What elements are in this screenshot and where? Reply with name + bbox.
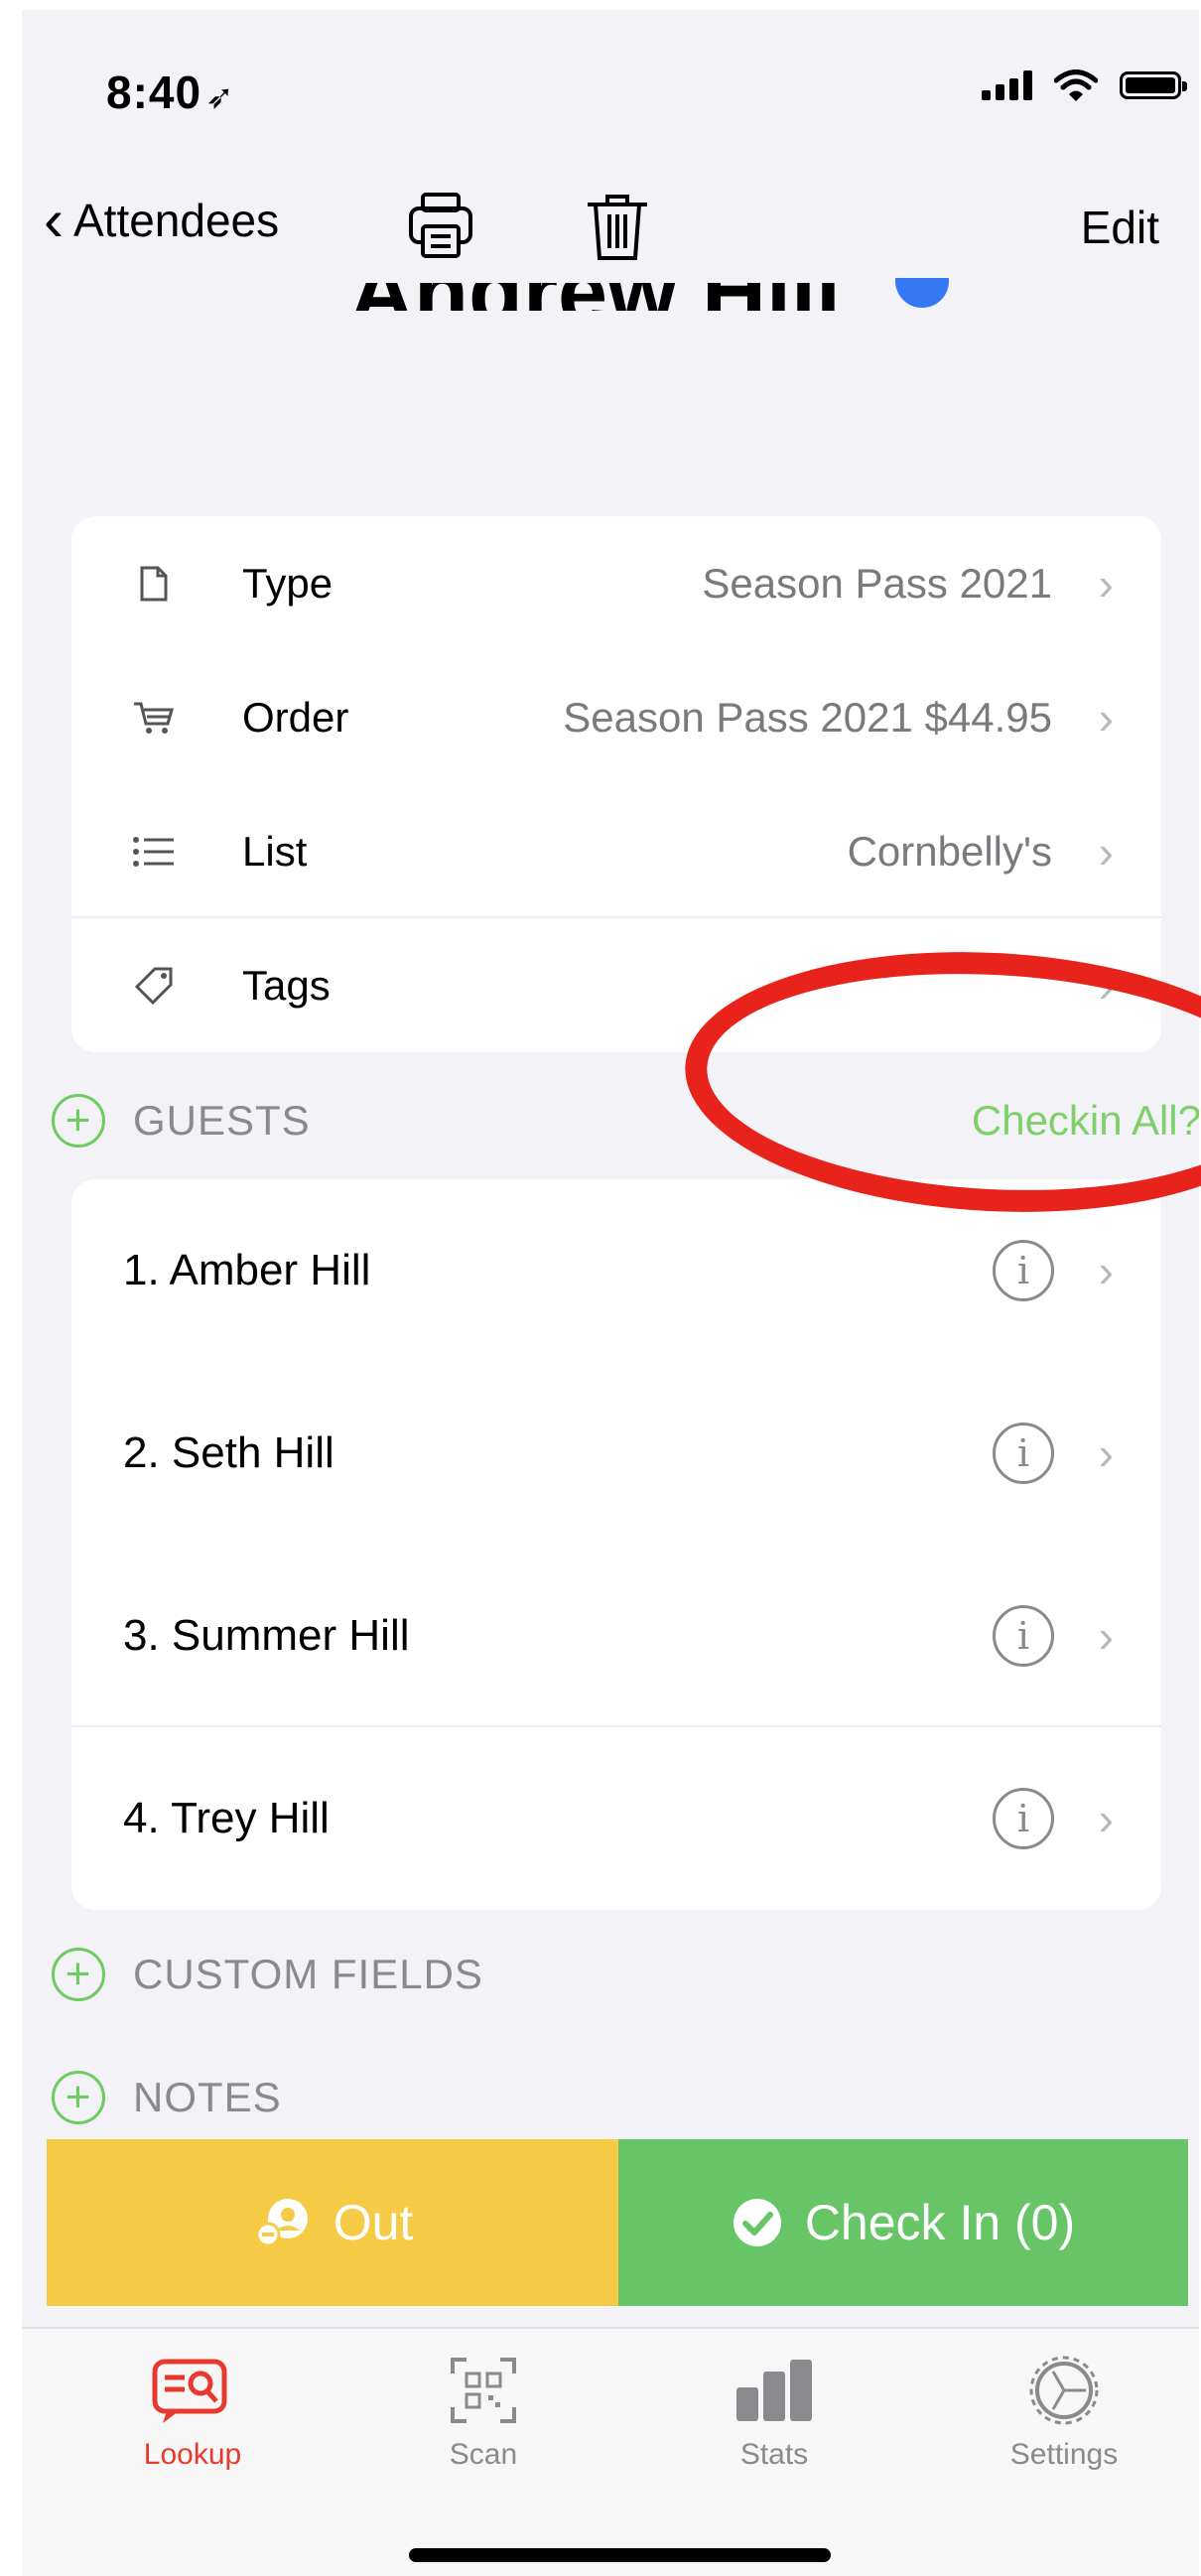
lookup-icon bbox=[93, 2351, 292, 2430]
back-label: Attendees bbox=[72, 195, 280, 246]
cart-icon bbox=[129, 693, 179, 743]
guests-title: GUESTS bbox=[133, 1097, 311, 1144]
detail-label: List bbox=[242, 827, 308, 875]
tab-bar: Lookup Scan Stats Settings bbox=[22, 2327, 1199, 2576]
detail-label: Type bbox=[242, 559, 334, 607]
list-icon bbox=[129, 827, 179, 877]
detail-label: Order bbox=[242, 693, 349, 741]
print-icon[interactable] bbox=[401, 187, 480, 266]
checkin-all-button[interactable]: Checkin All? bbox=[972, 1097, 1199, 1145]
wifi-icon bbox=[1054, 69, 1098, 101]
battery-icon bbox=[1120, 71, 1187, 99]
checkmark-circle-icon bbox=[732, 2197, 783, 2248]
back-button[interactable]: ‹ Attendees bbox=[44, 191, 279, 250]
detail-row-order[interactable]: Order Season Pass 2021 $44.95 › bbox=[71, 650, 1161, 784]
guest-name: 3. Summer Hill bbox=[123, 1611, 410, 1660]
guest-row[interactable]: 1. Amber Hill i › bbox=[71, 1179, 1161, 1362]
detail-label: Tags bbox=[242, 961, 331, 1009]
status-dot-icon bbox=[895, 278, 949, 312]
nav-bar: ‹ Attendees Edit bbox=[22, 179, 1199, 278]
location-arrow-icon: ➶ bbox=[205, 78, 235, 116]
tab-label: Scan bbox=[449, 2438, 518, 2471]
add-note-icon[interactable]: + bbox=[52, 2071, 105, 2124]
tab-label: Lookup bbox=[143, 2438, 242, 2471]
status-time-text: 8:40 bbox=[106, 67, 202, 118]
chevron-right-icon: › bbox=[1098, 825, 1114, 878]
info-icon[interactable]: i bbox=[993, 1240, 1054, 1301]
status-time: 8:40 ➶ bbox=[106, 66, 235, 119]
detail-value: Cornbelly's bbox=[847, 827, 1052, 875]
document-icon bbox=[129, 559, 179, 609]
tab-scan[interactable]: Scan bbox=[384, 2351, 583, 2472]
detail-value: Season Pass 2021 $44.95 bbox=[563, 693, 1052, 741]
guest-row[interactable]: 4. Trey Hill i › bbox=[71, 1727, 1161, 1910]
custom-fields-title: CUSTOM FIELDS bbox=[133, 1951, 483, 1997]
tab-label: Settings bbox=[1009, 2438, 1119, 2471]
stats-icon bbox=[675, 2351, 873, 2430]
chevron-right-icon: › bbox=[1098, 691, 1114, 744]
chevron-left-icon: ‹ bbox=[44, 187, 64, 253]
detail-value: Season Pass 2021 bbox=[702, 559, 1052, 607]
status-icons bbox=[982, 69, 1187, 101]
custom-fields-section-header[interactable]: + CUSTOM FIELDS bbox=[52, 1948, 483, 2001]
check-in-label: Check In (0) bbox=[804, 2195, 1076, 2250]
signal-icon bbox=[982, 70, 1032, 100]
tab-lookup[interactable]: Lookup bbox=[93, 2351, 292, 2472]
guest-name: 4. Trey Hill bbox=[123, 1794, 330, 1842]
notes-title: NOTES bbox=[133, 2074, 282, 2120]
check-out-label: Out bbox=[333, 2195, 414, 2250]
scan-icon bbox=[384, 2351, 583, 2430]
chevron-right-icon: › bbox=[1098, 1427, 1114, 1479]
details-card: Type Season Pass 2021 › Order Season Pas… bbox=[71, 516, 1161, 1052]
attendee-name: Andrew Hill bbox=[349, 283, 841, 311]
home-indicator[interactable] bbox=[409, 2548, 831, 2562]
tab-stats[interactable]: Stats bbox=[675, 2351, 873, 2472]
info-icon[interactable]: i bbox=[993, 1605, 1054, 1667]
chevron-right-icon: › bbox=[1098, 1610, 1114, 1662]
detail-row-tags[interactable]: Tags › bbox=[71, 918, 1161, 1052]
guest-row[interactable]: 2. Seth Hill i › bbox=[71, 1362, 1161, 1545]
notes-section-header[interactable]: + NOTES bbox=[52, 2071, 282, 2124]
check-in-button[interactable]: Check In (0) bbox=[618, 2139, 1188, 2306]
trash-icon[interactable] bbox=[578, 187, 657, 266]
guest-name: 1. Amber Hill bbox=[123, 1246, 371, 1294]
chevron-right-icon: › bbox=[1098, 1245, 1114, 1296]
add-guest-icon[interactable]: + bbox=[52, 1094, 105, 1148]
chevron-right-icon: › bbox=[1098, 557, 1114, 610]
guests-section-header: + GUESTS bbox=[52, 1094, 311, 1148]
info-icon[interactable]: i bbox=[993, 1423, 1054, 1484]
info-icon[interactable]: i bbox=[993, 1788, 1054, 1849]
guest-row[interactable]: 3. Summer Hill i › bbox=[71, 1545, 1161, 1727]
guest-name: 2. Seth Hill bbox=[123, 1428, 334, 1477]
detail-row-type[interactable]: Type Season Pass 2021 › bbox=[71, 516, 1161, 650]
chevron-right-icon: › bbox=[1098, 1793, 1114, 1844]
check-out-button[interactable]: Out bbox=[47, 2139, 618, 2306]
detail-row-list[interactable]: List Cornbelly's › bbox=[71, 784, 1161, 918]
tab-label: Stats bbox=[739, 2438, 809, 2471]
guests-card: 1. Amber Hill i › 2. Seth Hill i › 3. Su… bbox=[71, 1179, 1161, 1910]
chevron-right-icon: › bbox=[1098, 959, 1114, 1012]
tab-settings[interactable]: Settings bbox=[965, 2351, 1163, 2472]
settings-icon bbox=[965, 2351, 1163, 2430]
person-out-icon bbox=[252, 2195, 312, 2250]
add-custom-field-icon[interactable]: + bbox=[52, 1948, 105, 2001]
tag-icon bbox=[129, 961, 179, 1011]
phone-screen: 8:40 ➶ ‹ Attendees Edit Type Season Pass… bbox=[22, 10, 1199, 2576]
edit-button[interactable]: Edit bbox=[1081, 201, 1159, 254]
